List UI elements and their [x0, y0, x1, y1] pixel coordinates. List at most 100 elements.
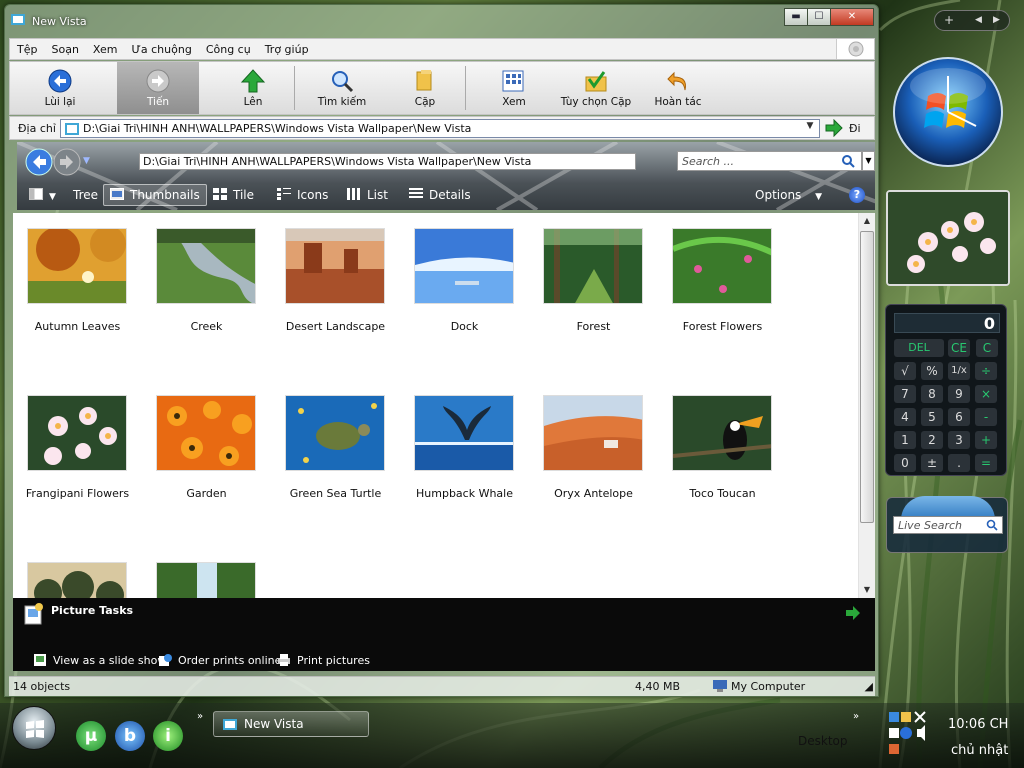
calculator-key[interactable]: 1 [894, 431, 916, 449]
calculator-key[interactable]: 6 [948, 408, 970, 426]
menu-view[interactable]: Xem [86, 43, 125, 56]
chevron-down-icon[interactable]: ▼ [803, 121, 817, 136]
thumbnail-item[interactable]: Creek [142, 213, 271, 363]
vertical-scrollbar[interactable]: ▲ ▼ [858, 213, 875, 598]
scroll-down-icon[interactable]: ▼ [859, 582, 875, 598]
calculator-key[interactable]: 7 [894, 385, 916, 403]
go-button[interactable]: Đi [825, 119, 871, 138]
undo-button[interactable]: Hoàn tác [650, 62, 706, 114]
calculator-key[interactable]: 4 [894, 408, 916, 426]
calculator-key[interactable]: 1/x [948, 362, 970, 380]
maximize-button[interactable]: ☐ [807, 8, 831, 26]
search-button[interactable]: Tìm kiếm [310, 62, 374, 114]
address-input[interactable]: D:\Giai Tri\HINH ANH\WALLPAPERS\Windows … [60, 119, 820, 138]
go-arrow-icon[interactable] [845, 605, 861, 621]
calculator-key[interactable]: × [975, 385, 997, 403]
browser-path-input[interactable]: D:\Giai Tri\HINH ANH\WALLPAPERS\Windows … [139, 153, 636, 170]
clock-time[interactable]: 10:06 CH [948, 717, 1008, 732]
order-prints-link[interactable]: Order prints online [158, 653, 281, 667]
thumbnail-item[interactable]: Forest [529, 213, 658, 363]
minimize-button[interactable]: ▬ [784, 8, 808, 26]
live-search-input[interactable]: Live Search [893, 516, 1003, 534]
thumbnail-item[interactable]: Desert Landscape [271, 213, 400, 363]
calculator-key[interactable]: 9 [948, 385, 970, 403]
thumbnail-item[interactable] [13, 547, 142, 598]
menu-help[interactable]: Trợ giúp [258, 43, 316, 56]
start-button[interactable] [12, 706, 56, 750]
previous-gadgets-button[interactable]: ◀ [975, 15, 982, 25]
system-tray[interactable] [887, 710, 943, 764]
thumbnail-item[interactable]: Autumn Leaves [13, 213, 142, 363]
view-tree-button[interactable]: Tree [73, 184, 98, 206]
folders-button[interactable]: Cặp [400, 62, 450, 114]
search-dropdown-icon[interactable]: ▼ [862, 151, 875, 171]
panel-toggle-button[interactable]: ▼ [29, 184, 56, 206]
thumbnail-item[interactable]: Green Sea Turtle [271, 380, 400, 530]
utorrent-icon[interactable]: µ [76, 721, 106, 751]
menu-file[interactable]: Tệp [10, 43, 44, 56]
add-gadget-button[interactable]: + [944, 13, 954, 27]
calculator-key[interactable]: CE [948, 339, 970, 357]
back-button[interactable]: Lùi lại [32, 62, 88, 114]
view-list-button[interactable]: List [347, 184, 388, 206]
calculator-key[interactable]: 5 [921, 408, 943, 426]
view-icons-button[interactable]: Icons [277, 184, 328, 206]
thumbnail-item[interactable]: Toco Toucan [658, 380, 787, 530]
view-details-button[interactable]: Details [409, 184, 471, 206]
view-thumbnails-button[interactable]: Thumbnails [103, 184, 207, 206]
taskbar-window-button[interactable]: New Vista [213, 711, 369, 737]
calculator-key[interactable]: . [948, 454, 970, 472]
forward-circle-icon[interactable] [53, 148, 81, 176]
thumbnail-item[interactable]: Forest Flowers [658, 213, 787, 363]
thumbnail-item[interactable]: Frangipani Flowers [13, 380, 142, 530]
views-button[interactable]: Xem [490, 62, 538, 114]
search-icon[interactable] [986, 519, 998, 531]
title-bar[interactable]: New Vista ▬ ☐ ✕ [5, 5, 878, 35]
folder-options-button[interactable]: Tùy chọn Cặp [557, 62, 635, 114]
calculator-key[interactable]: 2 [921, 431, 943, 449]
forward-button[interactable]: Tiến [117, 62, 199, 114]
help-icon[interactable]: ? [849, 187, 865, 203]
up-button[interactable]: Lên [228, 62, 278, 114]
desktop-toolbar-label[interactable]: Desktop [798, 734, 848, 748]
slideshow-link[interactable]: View as a slide show [33, 653, 166, 667]
menu-favorites[interactable]: Ưa chuộng [124, 43, 198, 56]
thumbnail-item[interactable]: Humpback Whale [400, 380, 529, 530]
windows-orb-clock-gadget[interactable] [892, 56, 1004, 168]
browser-b-icon[interactable]: b [115, 721, 145, 751]
calculator-key[interactable]: ÷ [975, 362, 997, 380]
scroll-thumb[interactable] [860, 231, 874, 523]
calculator-key[interactable]: 3 [948, 431, 970, 449]
calculator-key[interactable]: + [975, 431, 997, 449]
thumbnail-item[interactable] [142, 547, 271, 598]
thumbnail-item[interactable]: Garden [142, 380, 271, 530]
search-icon[interactable] [841, 154, 855, 168]
back-circle-icon[interactable] [25, 148, 53, 176]
history-dropdown-icon[interactable]: ▼ [83, 156, 90, 166]
calculator-key[interactable]: DEL [894, 339, 944, 357]
calculator-key[interactable]: √ [894, 362, 916, 380]
options-button[interactable]: Options ▼ [755, 184, 822, 206]
next-gadgets-button[interactable]: ▶ [993, 15, 1000, 25]
menu-tools[interactable]: Công cụ [199, 43, 258, 56]
calculator-key[interactable]: = [975, 454, 997, 472]
close-button[interactable]: ✕ [830, 8, 874, 26]
calculator-key[interactable]: ± [921, 454, 943, 472]
quick-launch-chevron-icon[interactable]: » [197, 711, 203, 722]
print-pictures-link[interactable]: Print pictures [277, 653, 370, 667]
calculator-key[interactable]: C [976, 339, 998, 357]
slideshow-gadget[interactable] [886, 190, 1010, 286]
calculator-key[interactable]: % [921, 362, 943, 380]
resize-grip-icon[interactable]: ◢ [865, 680, 873, 693]
view-tile-button[interactable]: Tile [213, 184, 254, 206]
menu-edit[interactable]: Soạn [44, 43, 85, 56]
calculator-key[interactable]: - [975, 408, 997, 426]
thumbnail-item[interactable]: Oryx Antelope [529, 380, 658, 530]
info-icon[interactable]: i [153, 721, 183, 751]
scroll-up-icon[interactable]: ▲ [859, 213, 875, 229]
thumbnail-item[interactable]: Dock [400, 213, 529, 363]
browser-search-input[interactable]: Search ... [677, 151, 862, 171]
calculator-key[interactable]: 8 [921, 385, 943, 403]
calculator-key[interactable]: 0 [894, 454, 916, 472]
taskbar-overflow-chevron-icon[interactable]: » [853, 711, 859, 722]
